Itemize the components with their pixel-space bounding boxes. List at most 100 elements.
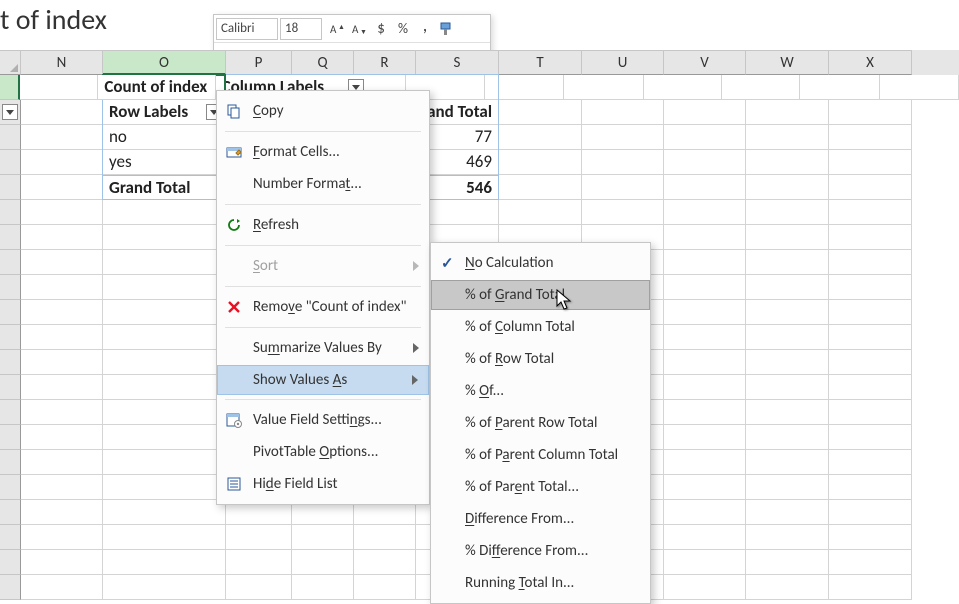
cell[interactable] <box>499 175 582 200</box>
sub-pct-parent-total[interactable]: % of Parent Total... <box>431 471 650 503</box>
cell[interactable] <box>485 75 564 100</box>
cell[interactable] <box>103 300 226 325</box>
cell[interactable] <box>829 175 912 200</box>
cell[interactable] <box>21 500 103 525</box>
sub-pct-column-total[interactable]: % of Column Total <box>431 311 650 343</box>
cell[interactable] <box>722 75 800 100</box>
cell[interactable] <box>664 350 746 375</box>
cell[interactable] <box>746 400 829 425</box>
sub-running-total[interactable]: Running Total In... <box>431 567 650 599</box>
sub-pct-parent-row[interactable]: % of Parent Row Total <box>431 407 650 439</box>
cell[interactable] <box>21 350 103 375</box>
cell[interactable] <box>664 150 746 175</box>
cell[interactable] <box>829 125 912 150</box>
cell[interactable] <box>664 225 746 250</box>
ctx-format-cells[interactable]: Format Cells... <box>217 136 429 168</box>
cell[interactable] <box>746 100 829 125</box>
cell[interactable] <box>829 400 912 425</box>
cell[interactable] <box>292 550 354 575</box>
cell[interactable] <box>21 150 103 175</box>
cell[interactable] <box>21 425 103 450</box>
col-header-O[interactable]: O <box>103 50 226 75</box>
row-header[interactable] <box>0 125 21 150</box>
cell[interactable] <box>582 200 664 225</box>
cell[interactable] <box>499 125 582 150</box>
cell[interactable] <box>21 250 103 275</box>
row-header[interactable] <box>0 225 21 250</box>
cell[interactable] <box>829 500 912 525</box>
cell[interactable] <box>664 325 746 350</box>
accounting-format-icon[interactable]: $ <box>370 17 392 41</box>
cell[interactable] <box>499 100 582 125</box>
cell[interactable] <box>746 225 829 250</box>
col-header-S[interactable]: S <box>416 50 499 75</box>
cell[interactable] <box>829 575 912 600</box>
col-header-N[interactable]: N <box>21 50 103 75</box>
ctx-number-format[interactable]: Number Format... <box>217 168 429 200</box>
cell[interactable] <box>829 250 912 275</box>
sub-pct-of[interactable]: % Of... <box>431 375 650 407</box>
cell[interactable] <box>746 300 829 325</box>
cell[interactable] <box>829 550 912 575</box>
cell[interactable] <box>664 525 746 550</box>
pivot-grand-total-row[interactable]: Grand Total <box>103 175 226 200</box>
cell[interactable] <box>103 425 226 450</box>
cell[interactable] <box>20 75 98 100</box>
col-header-Q[interactable]: Q <box>292 50 354 75</box>
select-all-corner[interactable] <box>0 50 21 75</box>
row-header[interactable] <box>0 75 20 100</box>
cell[interactable] <box>829 450 912 475</box>
cell[interactable] <box>829 200 912 225</box>
cell[interactable] <box>746 350 829 375</box>
row-header[interactable] <box>0 550 21 575</box>
sub-pct-row-total[interactable]: % of Row Total <box>431 343 650 375</box>
cell[interactable] <box>829 525 912 550</box>
cell[interactable] <box>746 250 829 275</box>
row-header[interactable] <box>0 575 21 600</box>
cell[interactable] <box>103 500 226 525</box>
cell[interactable] <box>664 425 746 450</box>
sub-pct-grand-total[interactable]: % of Grand Total <box>431 280 650 310</box>
ctx-summarize[interactable]: Summarize Values By <box>217 332 429 364</box>
col-header-W[interactable]: W <box>746 50 829 75</box>
cell[interactable] <box>746 550 829 575</box>
cell[interactable] <box>664 125 746 150</box>
cell[interactable] <box>582 175 664 200</box>
filter-icon[interactable] <box>2 104 18 120</box>
cell[interactable] <box>103 550 226 575</box>
cell[interactable] <box>746 150 829 175</box>
cell[interactable] <box>829 350 912 375</box>
cell[interactable] <box>829 225 912 250</box>
row-header[interactable] <box>0 525 21 550</box>
cell[interactable] <box>103 200 226 225</box>
cell[interactable] <box>746 200 829 225</box>
comma-format-icon[interactable]: , <box>414 17 436 41</box>
cell[interactable] <box>292 525 354 550</box>
cell[interactable] <box>746 325 829 350</box>
cell[interactable] <box>800 75 879 100</box>
row-header[interactable] <box>0 200 21 225</box>
cell[interactable] <box>564 75 643 100</box>
cell[interactable] <box>582 125 664 150</box>
cell[interactable] <box>21 300 103 325</box>
row-header[interactable] <box>0 425 21 450</box>
cell[interactable] <box>103 525 226 550</box>
cell[interactable] <box>829 275 912 300</box>
cell[interactable] <box>664 275 746 300</box>
row-header[interactable] <box>0 375 21 400</box>
cell[interactable] <box>644 75 722 100</box>
cell[interactable] <box>829 325 912 350</box>
cell[interactable] <box>21 525 103 550</box>
cell[interactable] <box>21 450 103 475</box>
cell[interactable] <box>746 525 829 550</box>
row-header[interactable] <box>0 400 21 425</box>
cell[interactable] <box>746 125 829 150</box>
pivot-count-header[interactable]: Count of index <box>98 75 215 100</box>
percent-format-icon[interactable]: % <box>392 17 414 41</box>
cell[interactable] <box>664 575 746 600</box>
cell[interactable] <box>664 175 746 200</box>
cell[interactable] <box>103 450 226 475</box>
cell[interactable] <box>829 150 912 175</box>
row-header[interactable] <box>0 350 21 375</box>
sub-difference-from[interactable]: Difference From... <box>431 503 650 535</box>
